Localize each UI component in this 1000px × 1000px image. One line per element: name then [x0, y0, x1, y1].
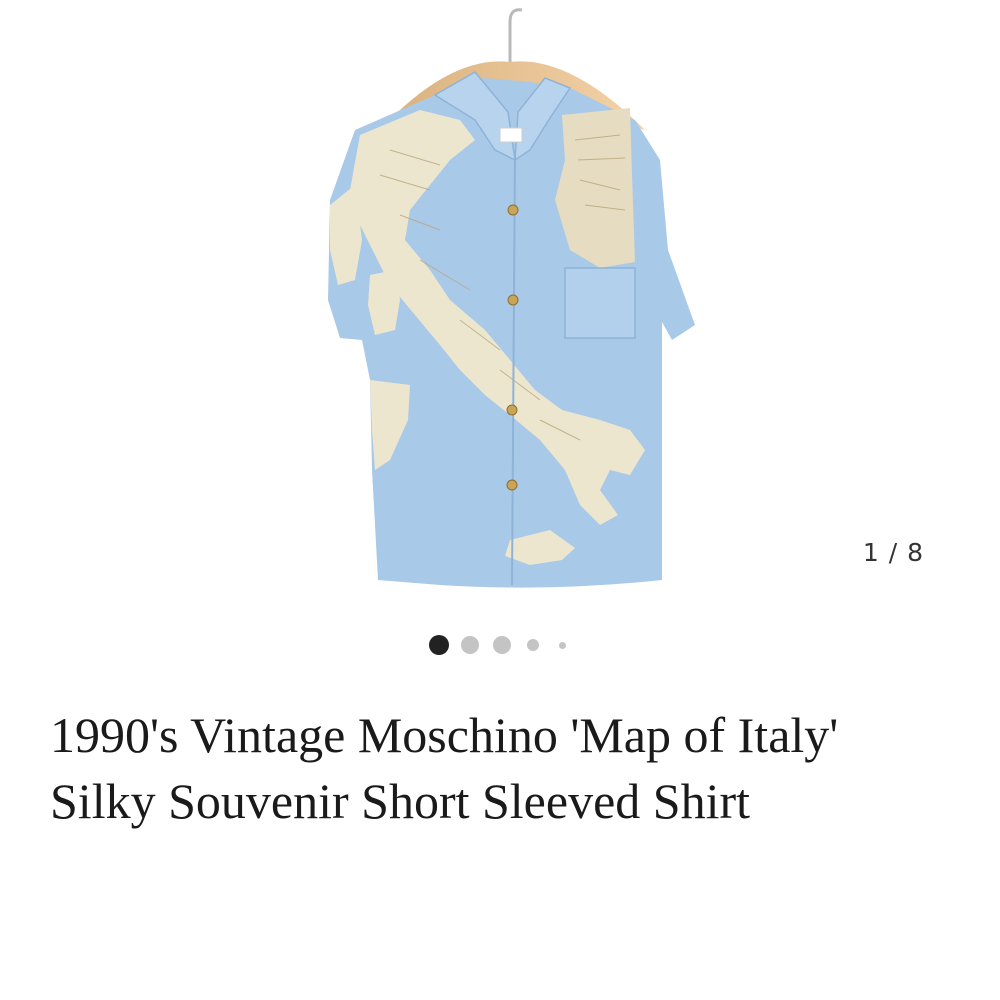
pagination-dot[interactable]	[527, 639, 539, 651]
product-page: 1 / 8 1990's Vintage Moschino 'Map of It…	[0, 0, 1000, 1000]
image-carousel[interactable]: 1 / 8	[0, 0, 1000, 620]
image-counter: 1 / 8	[862, 538, 924, 567]
hanger-hook	[508, 8, 523, 62]
pagination-dot[interactable]	[493, 636, 511, 654]
product-title: 1990's Vintage Moschino 'Map of Italy' S…	[50, 707, 839, 829]
pagination-dot-active[interactable]	[429, 635, 449, 655]
product-image[interactable]	[300, 0, 720, 600]
pagination-dot[interactable]	[559, 642, 566, 649]
shirt-pocket	[564, 267, 636, 339]
map-sardinia-print	[368, 270, 400, 335]
carousel-pagination[interactable]	[0, 632, 1000, 656]
pagination-dot[interactable]	[461, 636, 479, 654]
